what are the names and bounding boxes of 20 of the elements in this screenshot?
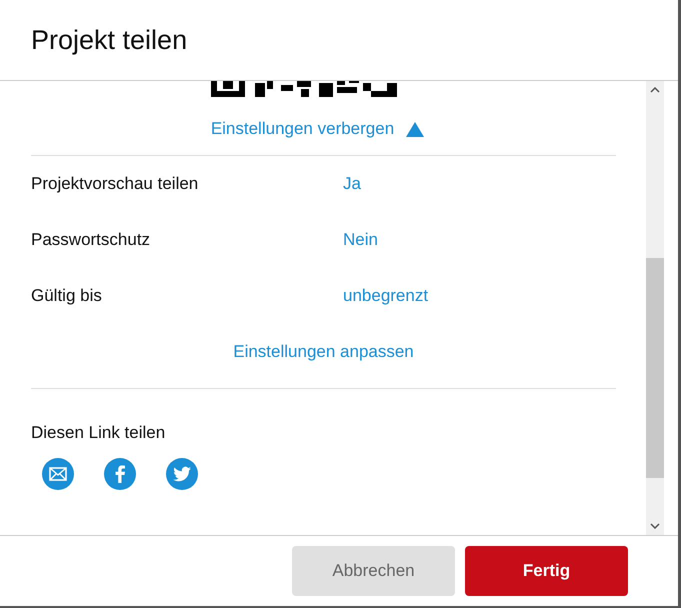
adjust-settings-link[interactable]: Einstellungen anpassen bbox=[233, 342, 414, 362]
scrollbar[interactable] bbox=[646, 81, 664, 535]
setting-label: Projektvorschau teilen bbox=[31, 174, 200, 194]
setting-label: Gültig bis bbox=[31, 286, 103, 306]
hide-settings-link[interactable]: Einstellungen verbergen bbox=[210, 119, 424, 139]
mail-icon[interactable] bbox=[42, 458, 74, 490]
done-button[interactable]: Fertig bbox=[465, 546, 628, 596]
setting-value-link[interactable]: unbegrenzt bbox=[343, 286, 428, 306]
share-heading: Diesen Link teilen bbox=[31, 423, 166, 443]
facebook-icon[interactable] bbox=[104, 458, 136, 490]
cancel-button[interactable]: Abbrechen bbox=[292, 546, 455, 596]
dialog-title: Projekt teilen bbox=[31, 24, 188, 56]
setting-value-link[interactable]: Ja bbox=[343, 174, 361, 194]
scrollbar-thumb[interactable] bbox=[646, 258, 664, 478]
scroll-up-icon[interactable] bbox=[650, 87, 660, 93]
scroll-down-icon[interactable] bbox=[650, 523, 660, 529]
triangle-icon bbox=[406, 122, 424, 136]
twitter-icon[interactable] bbox=[166, 458, 198, 490]
setting-label: Passwortschutz bbox=[31, 230, 152, 250]
setting-value-link[interactable]: Nein bbox=[343, 230, 378, 250]
